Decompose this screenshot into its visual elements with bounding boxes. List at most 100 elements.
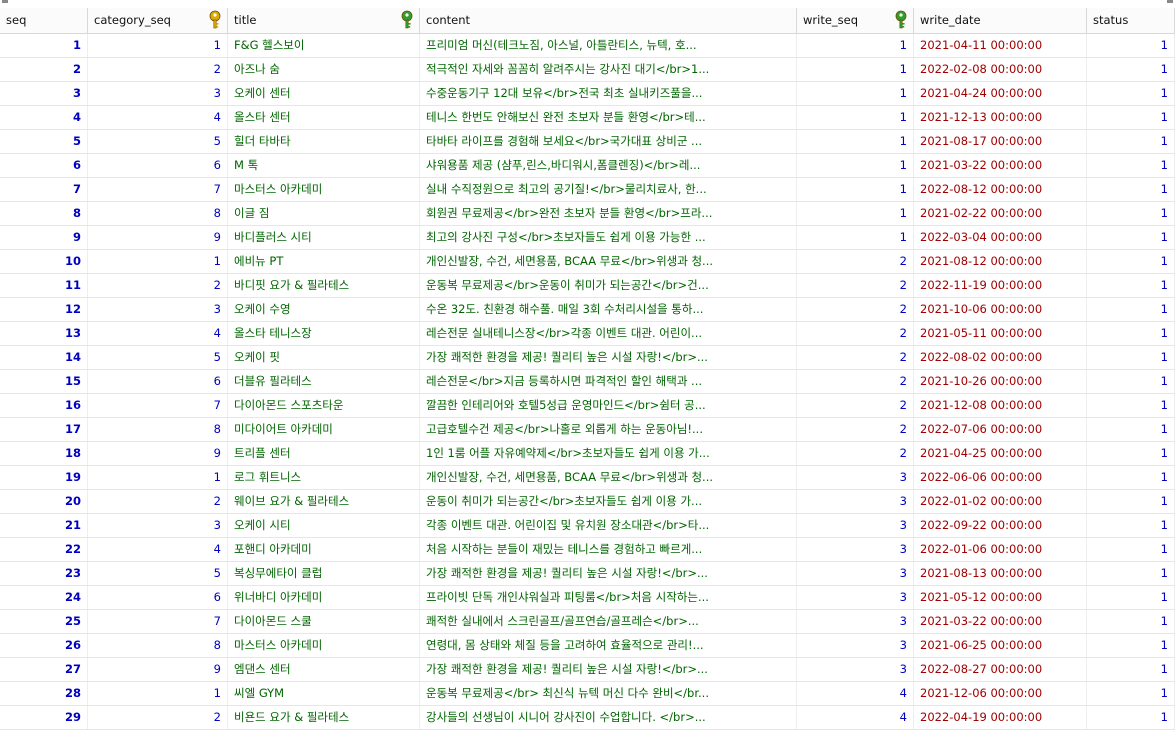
- cell-seq[interactable]: 22: [0, 538, 88, 561]
- cell-title[interactable]: 더블유 필라테스: [228, 370, 420, 393]
- cell-seq[interactable]: 11: [0, 274, 88, 297]
- cell-write-date[interactable]: 2021-08-13 00:00:00: [914, 562, 1087, 585]
- cell-category-seq[interactable]: 1: [88, 466, 228, 489]
- cell-write-seq[interactable]: 4: [797, 682, 914, 705]
- cell-write-seq[interactable]: 2: [797, 370, 914, 393]
- cell-write-seq[interactable]: 2: [797, 442, 914, 465]
- cell-write-seq[interactable]: 3: [797, 466, 914, 489]
- cell-seq[interactable]: 5: [0, 130, 88, 153]
- cell-title[interactable]: 이글 짐: [228, 202, 420, 225]
- cell-write-date[interactable]: 2022-04-19 00:00:00: [914, 706, 1087, 729]
- cell-write-seq[interactable]: 3: [797, 586, 914, 609]
- table-row[interactable]: 29 2 비욘드 요가 & 필라테스 강사들의 선생님이 시니어 강사진이 수업합니다…: [0, 706, 1175, 730]
- table-row[interactable]: 1 1 F&G 헬스보이 프리미엄 머신(테크노짐, 아스널, 아틀란티스, 뉴텍, …: [0, 34, 1175, 58]
- cell-write-date[interactable]: 2022-02-08 00:00:00: [914, 58, 1087, 81]
- cell-title[interactable]: 다이아몬드 스쿨: [228, 610, 420, 633]
- cell-title[interactable]: 복싱무에타이 클럽: [228, 562, 420, 585]
- cell-content[interactable]: 프리미엄 머신(테크노짐, 아스널, 아틀란티스, 뉴텍, 호...: [420, 34, 797, 57]
- cell-content[interactable]: 가장 쾌적한 환경을 제공! 퀄리티 높은 시설 자랑!</br>...: [420, 346, 797, 369]
- cell-content[interactable]: 프라이빗 단독 개인샤워실과 피팅룸</br>처음 시작하는...: [420, 586, 797, 609]
- cell-category-seq[interactable]: 7: [88, 394, 228, 417]
- cell-write-date[interactable]: 2021-03-22 00:00:00: [914, 610, 1087, 633]
- cell-title[interactable]: 마스터스 아카데미: [228, 634, 420, 657]
- cell-category-seq[interactable]: 9: [88, 226, 228, 249]
- table-row[interactable]: 12 3 오케이 수영 수온 32도. 친환경 해수풀. 매일 3회 수처리시설을 통…: [0, 298, 1175, 322]
- cell-write-date[interactable]: 2021-12-08 00:00:00: [914, 394, 1087, 417]
- cell-status[interactable]: 1: [1087, 58, 1175, 81]
- cell-write-date[interactable]: 2021-10-06 00:00:00: [914, 298, 1087, 321]
- cell-title[interactable]: 올스타 센터: [228, 106, 420, 129]
- cell-content[interactable]: 운동이 취미가 되는공간</br>초보자들도 쉽게 이용 가...: [420, 490, 797, 513]
- cell-status[interactable]: 1: [1087, 394, 1175, 417]
- cell-write-seq[interactable]: 1: [797, 34, 914, 57]
- table-row[interactable]: 19 1 로그 휘트니스 개인신발장, 수건, 세면용품, BCAA 무료</br>위…: [0, 466, 1175, 490]
- cell-seq[interactable]: 12: [0, 298, 88, 321]
- cell-seq[interactable]: 24: [0, 586, 88, 609]
- cell-title[interactable]: 오케이 수영: [228, 298, 420, 321]
- table-row[interactable]: 13 4 올스타 테니스장 레슨전문 실내테니스장</br>각종 이벤트 대관. 어린…: [0, 322, 1175, 346]
- table-row[interactable]: 26 8 마스터스 아카데미 연령대, 몸 상태와 체질 등을 고려하여 효율적으로 …: [0, 634, 1175, 658]
- cell-write-seq[interactable]: 1: [797, 178, 914, 201]
- cell-category-seq[interactable]: 1: [88, 682, 228, 705]
- cell-seq[interactable]: 20: [0, 490, 88, 513]
- cell-category-seq[interactable]: 9: [88, 658, 228, 681]
- cell-status[interactable]: 1: [1087, 658, 1175, 681]
- cell-category-seq[interactable]: 1: [88, 34, 228, 57]
- cell-write-date[interactable]: 2021-06-25 00:00:00: [914, 634, 1087, 657]
- cell-title[interactable]: 웨이브 요가 & 필라테스: [228, 490, 420, 513]
- cell-write-seq[interactable]: 2: [797, 250, 914, 273]
- cell-title[interactable]: 올스타 테니스장: [228, 322, 420, 345]
- cell-write-date[interactable]: 2021-02-22 00:00:00: [914, 202, 1087, 225]
- cell-category-seq[interactable]: 4: [88, 538, 228, 561]
- cell-category-seq[interactable]: 5: [88, 130, 228, 153]
- cell-title[interactable]: 다이아몬드 스포츠타운: [228, 394, 420, 417]
- cell-content[interactable]: 개인신발장, 수건, 세면용품, BCAA 무료</br>위생과 청...: [420, 250, 797, 273]
- cell-content[interactable]: 운동복 무료제공</br>운동이 취미가 되는공간</br>건...: [420, 274, 797, 297]
- cell-seq[interactable]: 6: [0, 154, 88, 177]
- cell-content[interactable]: 최고의 강사진 구성</br>초보자들도 쉽게 이용 가능한 ...: [420, 226, 797, 249]
- table-row[interactable]: 20 2 웨이브 요가 & 필라테스 운동이 취미가 되는공간</br>초보자들도 쉽…: [0, 490, 1175, 514]
- cell-write-date[interactable]: 2022-01-02 00:00:00: [914, 490, 1087, 513]
- cell-write-seq[interactable]: 3: [797, 610, 914, 633]
- cell-write-seq[interactable]: 3: [797, 538, 914, 561]
- cell-status[interactable]: 1: [1087, 274, 1175, 297]
- cell-write-seq[interactable]: 4: [797, 706, 914, 729]
- cell-category-seq[interactable]: 2: [88, 706, 228, 729]
- cell-content[interactable]: 처음 시작하는 분들이 재밌는 테니스를 경험하고 빠르게...: [420, 538, 797, 561]
- cell-seq[interactable]: 4: [0, 106, 88, 129]
- cell-content[interactable]: 적극적인 자세와 꼼꼼히 알려주시는 강사진 대기</br>1...: [420, 58, 797, 81]
- cell-seq[interactable]: 9: [0, 226, 88, 249]
- cell-write-seq[interactable]: 1: [797, 202, 914, 225]
- column-header-category-seq[interactable]: category_seq: [88, 8, 228, 33]
- cell-status[interactable]: 1: [1087, 346, 1175, 369]
- cell-seq[interactable]: 14: [0, 346, 88, 369]
- cell-content[interactable]: 1인 1룸 어플 자유예약제</br>초보자들도 쉽게 이용 가...: [420, 442, 797, 465]
- cell-title[interactable]: 바디핏 요가 & 필라테스: [228, 274, 420, 297]
- cell-seq[interactable]: 18: [0, 442, 88, 465]
- cell-category-seq[interactable]: 5: [88, 346, 228, 369]
- cell-title[interactable]: 포핸디 아카데미: [228, 538, 420, 561]
- cell-seq[interactable]: 7: [0, 178, 88, 201]
- table-row[interactable]: 10 1 에비뉴 PT 개인신발장, 수건, 세면용품, BCAA 무료</br>위생…: [0, 250, 1175, 274]
- cell-content[interactable]: 운동복 무료제공</br> 최신식 뉴텍 머신 다수 완비</br...: [420, 682, 797, 705]
- cell-content[interactable]: 타바타 라이프를 경험해 보세요</br>국가대표 상비군 ...: [420, 130, 797, 153]
- cell-write-date[interactable]: 2022-06-06 00:00:00: [914, 466, 1087, 489]
- cell-content[interactable]: 수중운동기구 12대 보유</br>전국 최초 실내키즈풀을...: [420, 82, 797, 105]
- cell-seq[interactable]: 10: [0, 250, 88, 273]
- cell-title[interactable]: 오케이 센터: [228, 82, 420, 105]
- cell-category-seq[interactable]: 5: [88, 562, 228, 585]
- cell-seq[interactable]: 19: [0, 466, 88, 489]
- table-row[interactable]: 3 3 오케이 센터 수중운동기구 12대 보유</br>전국 최초 실내키즈풀을..…: [0, 82, 1175, 106]
- table-row[interactable]: 28 1 씨엘 GYM 운동복 무료제공</br> 최신식 뉴텍 머신 다수 완비</…: [0, 682, 1175, 706]
- cell-status[interactable]: 1: [1087, 466, 1175, 489]
- cell-seq[interactable]: 29: [0, 706, 88, 729]
- cell-seq[interactable]: 21: [0, 514, 88, 537]
- column-header-content[interactable]: content: [420, 8, 797, 33]
- table-row[interactable]: 18 9 트리플 센터 1인 1룸 어플 자유예약제</br>초보자들도 쉽게 이용 …: [0, 442, 1175, 466]
- cell-write-seq[interactable]: 1: [797, 130, 914, 153]
- cell-category-seq[interactable]: 3: [88, 298, 228, 321]
- cell-category-seq[interactable]: 2: [88, 274, 228, 297]
- cell-status[interactable]: 1: [1087, 610, 1175, 633]
- cell-category-seq[interactable]: 8: [88, 634, 228, 657]
- cell-category-seq[interactable]: 2: [88, 58, 228, 81]
